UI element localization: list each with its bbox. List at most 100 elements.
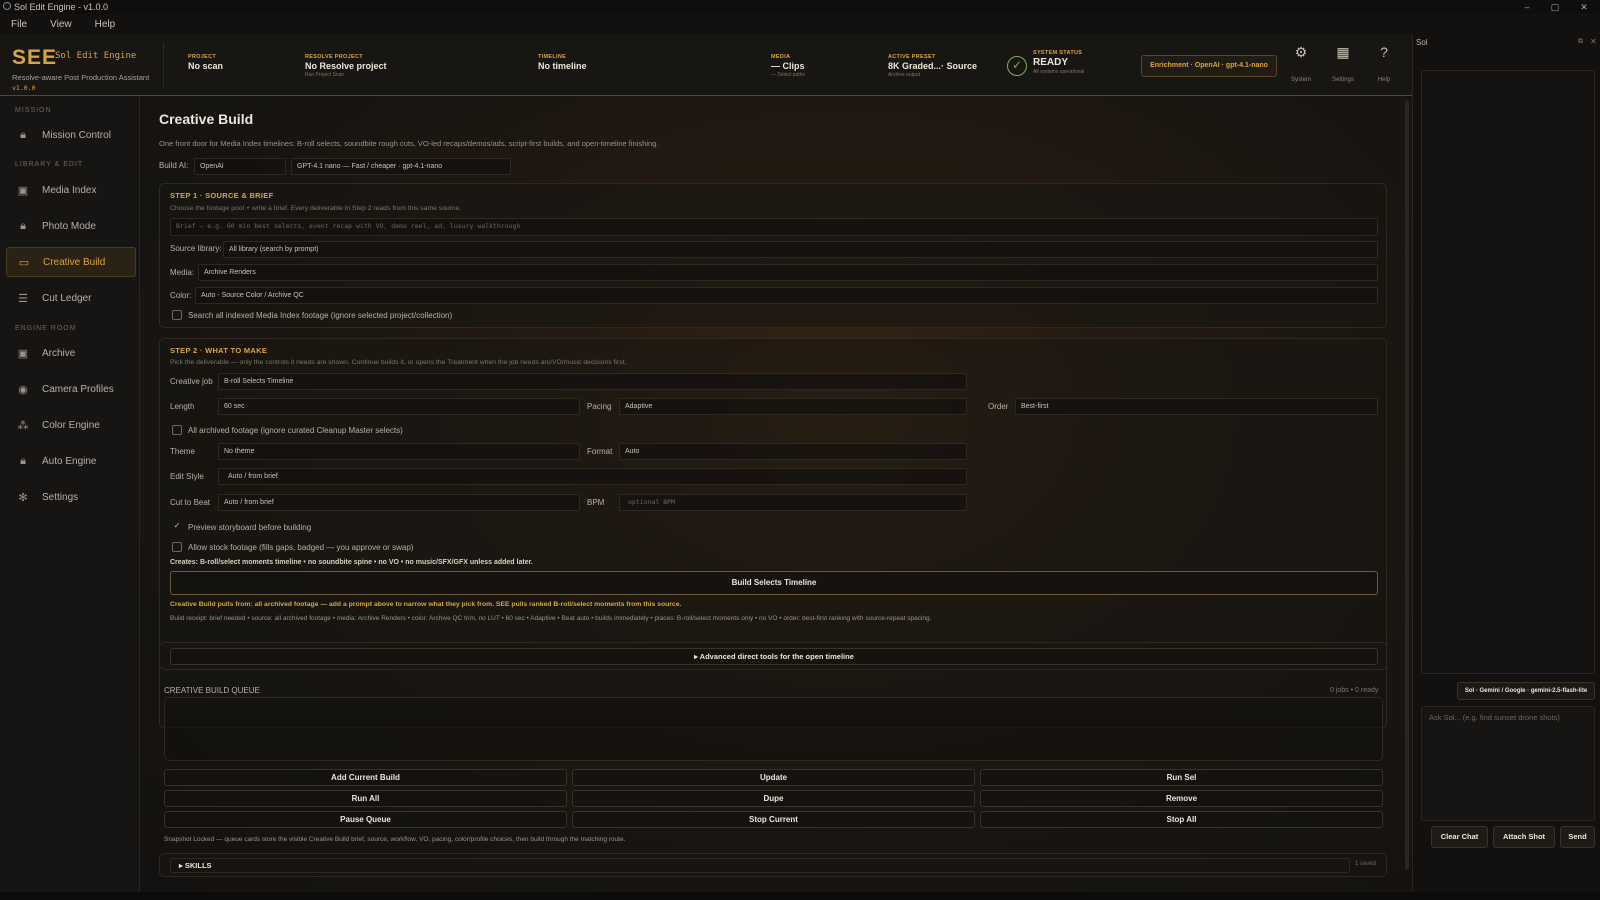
edit-style-label: Edit Style — [170, 472, 204, 481]
close-icon[interactable]: ✕ — [1590, 37, 1597, 46]
pacing-select[interactable]: Adaptive — [619, 398, 967, 415]
order-select[interactable]: Best-first — [1015, 398, 1378, 415]
system-status: SYSTEM STATUS READY All systems operatio… — [1033, 50, 1084, 75]
pause-queue-button[interactable]: Pause Queue — [164, 811, 567, 828]
length-select[interactable]: 60 sec — [218, 398, 580, 415]
theme-select[interactable]: No theme — [218, 443, 580, 460]
advanced-tools-toggle[interactable]: ▸ Advanced direct tools for the open tim… — [170, 648, 1378, 665]
active-preset-status[interactable]: ACTIVE PRESET 8K Graded...· Source Archi… — [888, 54, 977, 78]
sidebar-item-settings[interactable]: ✻ Settings — [6, 482, 136, 512]
help-button[interactable]: ? — [1371, 44, 1397, 60]
minimize-button[interactable]: – — [1513, 0, 1541, 14]
menu-help[interactable]: Help — [84, 19, 128, 30]
active-preset-sub: Archive output — [888, 72, 920, 78]
edit-style-select[interactable]: Auto / from brief — [218, 468, 967, 485]
close-button[interactable]: ✕ — [1570, 0, 1598, 14]
build-ai-provider-select[interactable]: OpenAI — [194, 158, 286, 175]
preview-storyboard-label: Preview storyboard before building — [188, 522, 312, 532]
sidebar-item-photo-mode[interactable]: 🔒︎ Photo Mode — [6, 211, 136, 241]
bpm-input[interactable]: optional BPM — [619, 494, 967, 511]
system-button[interactable]: ⚙ — [1288, 44, 1314, 61]
folder-icon: ▭ — [18, 256, 30, 269]
all-archived-checkbox[interactable]: All archived footage (ignore curated Cle… — [172, 425, 403, 435]
media-status[interactable]: MEDIA — Clips — Select paths — [771, 54, 805, 78]
sidebar-item-label: Camera Profiles — [42, 383, 114, 395]
send-button[interactable]: Send — [1560, 826, 1595, 848]
media-select[interactable]: Archive Renders — [198, 264, 1378, 281]
preview-storyboard-checkbox[interactable]: ✓ Preview storyboard before building — [172, 522, 312, 532]
run-sel-button[interactable]: Run Sel — [980, 769, 1383, 786]
build-ai-label: Build AI: — [159, 161, 189, 170]
bottom-strip — [0, 892, 1600, 900]
allow-stock-label: Allow stock footage (fills gaps, badged … — [188, 542, 414, 552]
nodes-icon: ⁂ — [17, 419, 29, 432]
source-library-select[interactable]: All library (search by prompt) — [223, 241, 1378, 258]
timeline-status[interactable]: TIMELINE No timeline — [538, 54, 587, 71]
chat-title: Sol — [1416, 38, 1428, 47]
timeline-value: No timeline — [538, 61, 587, 71]
popout-icon[interactable]: ⧉ — [1578, 38, 1583, 46]
queue-title: CREATIVE BUILD QUEUE — [164, 686, 260, 695]
skills-count: 1 saved — [1355, 861, 1377, 867]
menu-view[interactable]: View — [39, 19, 84, 30]
list-icon: ☰ — [18, 292, 28, 305]
main-content: Creative Build One front door for Media … — [140, 96, 1412, 892]
enrichment-button[interactable]: Enrichment · OpenAI · gpt-4.1-nano — [1141, 55, 1277, 77]
checkbox-box — [172, 425, 182, 435]
update-button[interactable]: Update — [572, 769, 975, 786]
sidebar-item-label: Creative Build — [43, 256, 106, 268]
pacing-label: Pacing — [587, 402, 612, 411]
system-status-value: READY — [1033, 57, 1069, 68]
sidebar-item-camera-profiles[interactable]: ◉ Camera Profiles — [6, 374, 136, 404]
sidebar-item-label: Cut Ledger — [42, 292, 92, 304]
app-name: Sol Edit Engine — [55, 51, 137, 61]
sidebar-item-media-index[interactable]: ▣ Media Index — [6, 175, 136, 205]
dupe-button[interactable]: Dupe — [572, 790, 975, 807]
sidebar-item-label: Settings — [42, 491, 79, 503]
search-all-checkbox[interactable]: Search all indexed Media Index footage (… — [172, 310, 452, 320]
sidebar-item-archive[interactable]: ▣ Archive — [6, 338, 136, 368]
queue-list — [164, 697, 1383, 761]
chat-input[interactable]: Ask Sol... (e.g. find sunset drone shots… — [1421, 706, 1595, 821]
sidebar-item-mission-control[interactable]: 🔒︎ Mission Control — [6, 120, 136, 150]
add-current-build-button[interactable]: Add Current Build — [164, 769, 567, 786]
clear-chat-button[interactable]: Clear Chat — [1431, 826, 1488, 848]
queue-note: Snapshot Locked — queue cards store the … — [164, 836, 626, 843]
brief-input[interactable]: Brief — e.g. 60 min best selects, event … — [170, 218, 1378, 236]
color-select[interactable]: Auto - Source Color / Archive QC — [195, 287, 1378, 304]
run-all-button[interactable]: Run All — [164, 790, 567, 807]
check-circle-icon: ✓ — [1007, 56, 1027, 76]
app-version: v1.0.0 — [12, 84, 36, 92]
main-scrollbar[interactable] — [1405, 100, 1409, 870]
maximize-button[interactable]: ▢ — [1541, 0, 1569, 14]
sidebar-item-cut-ledger[interactable]: ☰ Cut Ledger — [6, 283, 136, 313]
attach-shot-button[interactable]: Attach Shot — [1493, 826, 1555, 848]
project-value: No scan — [188, 61, 224, 71]
chat-model-badge[interactable]: Sol · Gemini / Google · gemini-2.5-flash… — [1457, 682, 1595, 700]
settings-button[interactable]: ▦ — [1330, 44, 1356, 61]
allow-stock-checkbox[interactable]: Allow stock footage (fills gaps, badged … — [172, 542, 413, 552]
build-selects-timeline-button[interactable]: Build Selects Timeline — [170, 571, 1378, 595]
remove-button[interactable]: Remove — [980, 790, 1383, 807]
cut-to-beat-select[interactable]: Auto / from brief — [218, 494, 580, 511]
resolve-project-status[interactable]: RESOLVE PROJECT No Resolve project Run P… — [305, 54, 387, 78]
timeline-label: TIMELINE — [538, 54, 567, 60]
length-label: Length — [170, 402, 195, 411]
stop-current-button[interactable]: Stop Current — [572, 811, 975, 828]
page-description: One front door for Media Index timelines… — [159, 139, 659, 148]
sidebar-item-auto-engine[interactable]: 🔒︎ Auto Engine — [6, 446, 136, 476]
format-select[interactable]: Auto — [619, 443, 967, 460]
stop-all-button[interactable]: Stop All — [980, 811, 1383, 828]
menu-file[interactable]: File — [0, 19, 39, 30]
grid-icon: ▦ — [1336, 44, 1350, 60]
sidebar-item-color-engine[interactable]: ⁂ Color Engine — [6, 410, 136, 440]
skills-toggle[interactable]: ▸ SKILLS — [170, 858, 1350, 873]
lock-icon: 🔒︎ — [20, 128, 26, 141]
skills-label: SKILLS — [184, 861, 212, 870]
sidebar-item-creative-build[interactable]: ▭ Creative Build — [6, 247, 136, 277]
project-status[interactable]: PROJECT No scan — [188, 54, 223, 71]
creative-job-select[interactable]: B-roll Selects Timeline — [218, 373, 967, 390]
section-mission: MISSION — [15, 107, 52, 114]
build-ai-model-select[interactable]: GPT-4.1 nano — Fast / cheaper · gpt-4.1-… — [291, 158, 511, 175]
step1-card: STEP 1 · SOURCE & BRIEF Choose the foota… — [159, 183, 1387, 328]
